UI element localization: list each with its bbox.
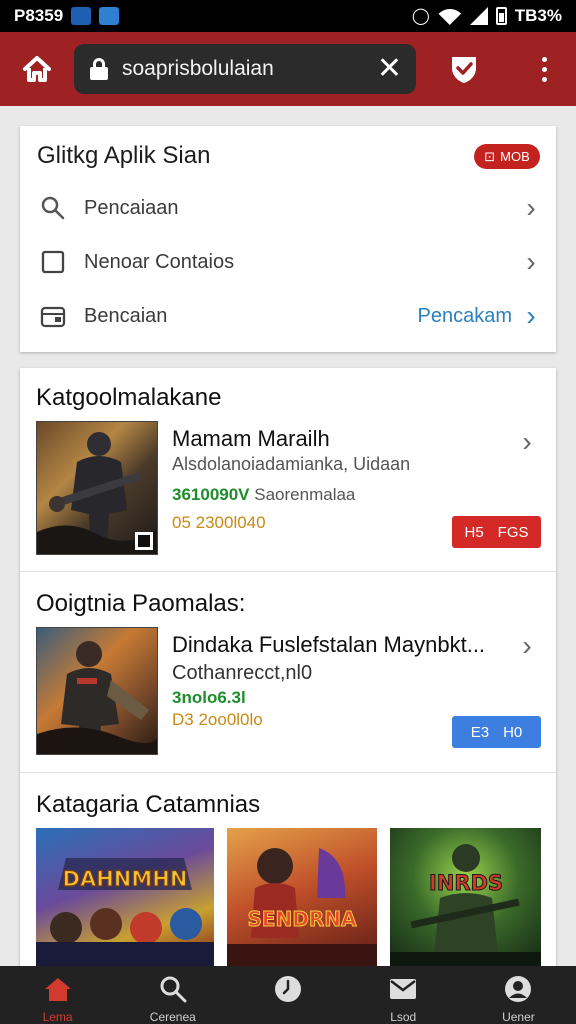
price-note: Saorenmalaa	[254, 485, 356, 504]
button-extra-label: H0	[503, 723, 523, 741]
quick-row-search[interactable]: Pencaiaan ›	[20, 181, 556, 235]
button-label: H5	[464, 523, 484, 541]
tile-caption: DAHNMHN	[63, 867, 188, 891]
battery-text: TB3%	[514, 6, 562, 25]
app-notification-icon	[71, 7, 92, 25]
chevron-right-icon: ›	[526, 192, 536, 223]
tile-caption: INRDS	[429, 871, 503, 895]
url-bar[interactable]: soaprisbolulaian ✕	[74, 44, 416, 94]
game-price: 3610090V Saorenmalaa	[172, 485, 355, 505]
overflow-menu-button[interactable]	[512, 32, 576, 106]
badge-label: MOB	[500, 149, 530, 164]
chevron-right-icon: ›	[526, 300, 536, 331]
tile-caption: SENDRNA	[247, 907, 357, 931]
game-subtitle: Alsdolanoiadamianka, Uidaan	[172, 454, 411, 474]
install-button[interactable]: H5 FGS	[452, 516, 541, 548]
section-title: Katagaria Catamnias	[36, 791, 261, 818]
nav-label: Lsod	[390, 1010, 417, 1024]
chevron-right-icon: ›	[526, 246, 536, 277]
checkbox-icon	[38, 247, 68, 277]
account-icon	[503, 974, 533, 1004]
bottom-navigation: Lema Cerenea Lsod Uener	[0, 966, 576, 1024]
shield-button[interactable]	[416, 32, 512, 106]
button-label: E3	[470, 723, 490, 741]
url-text[interactable]: soaprisbolulaian	[122, 57, 377, 81]
nav-item-messages[interactable]: Lsod	[346, 966, 461, 1024]
chevron-right-icon[interactable]: ›	[520, 428, 534, 456]
section-title: Katgoolmalakane	[36, 384, 222, 411]
home-icon	[23, 56, 51, 82]
app-notification-icon-2	[99, 7, 120, 25]
badge-dot-icon: ⊡	[484, 148, 496, 164]
category-tile[interactable]: DAHNMHN	[36, 828, 214, 968]
more-vert-icon	[541, 56, 547, 82]
lock-icon	[90, 58, 108, 80]
game-thumbnail[interactable]	[36, 421, 158, 555]
search-icon	[158, 974, 188, 1004]
browser-toolbar: soaprisbolulaian ✕	[0, 32, 576, 106]
quick-card-title: Glitkg Aplik Sian	[37, 142, 211, 169]
search-icon	[38, 193, 68, 223]
home-button[interactable]	[0, 32, 74, 106]
clear-url-button[interactable]: ✕	[377, 54, 402, 84]
divider	[20, 772, 556, 773]
nav-label: Cerenea	[149, 1010, 196, 1024]
game-date: D3 2oo0l0lo	[172, 710, 263, 729]
game-subtitle: Cothanrecct,nl0	[172, 662, 313, 684]
quick-actions-card: Glitkg Aplik Sian ⊡ MOB Pencaiaan › Neno…	[20, 126, 556, 352]
quick-row-label: Pencaiaan	[84, 196, 179, 219]
section-title: Ooigtnia Paomalas:	[36, 590, 246, 617]
chevron-right-icon[interactable]: ›	[520, 632, 534, 660]
game-thumbnail[interactable]	[36, 627, 158, 755]
nav-label: Lema	[42, 1010, 73, 1024]
battery-icon	[495, 7, 507, 25]
clock-icon	[273, 974, 303, 1004]
category-tile[interactable]: SENDRNA	[227, 828, 377, 968]
category-tile[interactable]: INRDS	[390, 828, 541, 968]
tile-artwork: DAHNMHN	[36, 858, 214, 968]
wifi-icon	[438, 7, 462, 25]
nav-item-user[interactable]: Uener	[461, 966, 576, 1024]
alarm-icon: ◯	[411, 8, 430, 25]
status-time: P8359	[14, 6, 64, 25]
warrior-artwork	[37, 641, 157, 754]
game-title[interactable]: Dindaka Fuslefstalan Maynbkt...	[172, 632, 485, 658]
game-title[interactable]: Mamam Marailh	[172, 426, 330, 452]
nav-label: Uener	[502, 1010, 535, 1024]
price-value: 3610090V	[172, 485, 250, 504]
quick-row-label: Bencaian	[84, 304, 168, 327]
button-extra-label: FGS	[497, 523, 529, 541]
game-price: 3nolo6.3l	[172, 688, 246, 708]
download-button[interactable]: E3 H0	[452, 716, 541, 748]
game-date: 05 2300l040	[172, 513, 266, 532]
price-value: 3nolo6.3l	[172, 688, 246, 707]
shield-check-icon	[452, 57, 476, 83]
status-badge[interactable]: ⊡ MOB	[474, 144, 540, 169]
status-bar: P8359 ◯ TB3%	[0, 0, 576, 32]
quick-row-wallet[interactable]: Bencaian Pencakam ›	[20, 289, 556, 343]
wallet-icon	[38, 301, 68, 331]
mail-icon	[388, 974, 418, 1004]
tile-artwork: SENDRNA	[227, 848, 377, 968]
quick-row-link[interactable]: Pencakam	[418, 305, 513, 328]
quick-row-contacts[interactable]: Nenoar Contaios ›	[20, 235, 556, 289]
nav-item-search[interactable]: Cerenea	[115, 966, 230, 1024]
home-icon	[43, 974, 73, 1004]
game-list-card: Katgoolmalakane Mamam Marailh › Alsdolan…	[20, 368, 556, 968]
tile-artwork: INRDS	[390, 844, 541, 968]
soldier-artwork	[37, 432, 157, 554]
divider	[20, 571, 556, 572]
quick-row-label: Nenoar Contaios	[84, 250, 235, 273]
signal-icon	[469, 7, 488, 25]
nav-item-history[interactable]	[230, 966, 345, 1024]
nav-item-home[interactable]: Lema	[0, 966, 115, 1024]
